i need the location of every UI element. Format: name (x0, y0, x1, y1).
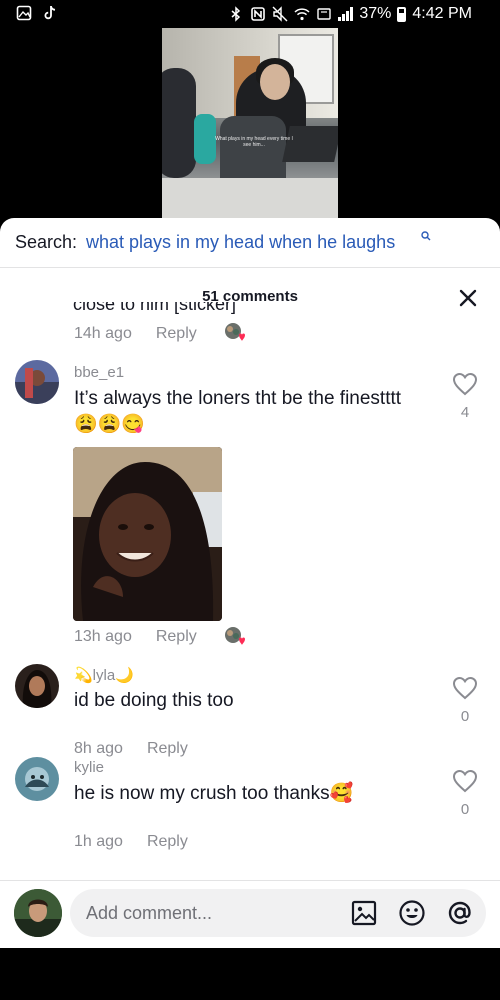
bluetooth-icon (231, 6, 241, 22)
my-avatar-image (14, 889, 62, 937)
search-suggestion-bar[interactable]: Search: what plays in my head when he la… (0, 218, 500, 268)
search-query-link[interactable]: what plays in my head when he laughs (86, 232, 395, 253)
reply-button[interactable]: Reply (156, 325, 197, 343)
avatar-image (15, 757, 59, 801)
add-comment-input[interactable]: Add comment... (70, 889, 486, 937)
creator-liked-icon (225, 627, 245, 645)
reply-button[interactable]: Reply (147, 833, 188, 851)
partial-comment-text: close to him [sticker] (73, 302, 237, 314)
reply-button[interactable]: Reply (147, 740, 188, 758)
comment-text: id be doing this too (74, 690, 234, 711)
mention-icon[interactable] (446, 899, 474, 927)
nfc-icon (251, 7, 266, 21)
comment-input-bar: Add comment... (0, 880, 500, 948)
comment-time: 1h ago (74, 833, 123, 850)
gallery-notification-icon (16, 5, 32, 21)
mute-icon (272, 6, 288, 22)
reply-button[interactable]: Reply (156, 628, 197, 646)
creator-liked-icon (225, 323, 245, 341)
comment-text: he is now my crush too thanks🥰 (74, 783, 354, 804)
signal-icon (338, 7, 354, 21)
image-icon[interactable] (350, 899, 378, 927)
comment-photo (73, 447, 222, 621)
search-prefix-label: Search: (15, 232, 78, 252)
video-caption: What plays in my head every time I see h… (215, 136, 293, 148)
video-desk (162, 178, 338, 218)
emoji-icon[interactable] (398, 899, 426, 927)
comment-username[interactable]: 💫lyla🌙 (74, 666, 134, 684)
like-count: 0 (460, 708, 470, 725)
comment-time: 14h ago (74, 325, 132, 342)
close-icon[interactable] (458, 288, 478, 308)
comment-time: 13h ago (74, 628, 132, 645)
video-person-face (260, 64, 290, 100)
status-bar: 37% 4:42 PM (0, 0, 500, 30)
system-navigation-bar (0, 948, 500, 1000)
comment-meta: 1h ago Reply (74, 833, 188, 851)
partial-comment-meta: 14h ago Reply (74, 325, 197, 343)
comment-text: It’s always the loners tht be the finest… (74, 388, 402, 435)
avatar[interactable] (15, 360, 59, 404)
comment-username[interactable]: bbe_e1 (74, 364, 124, 381)
clock: 4:42 PM (412, 5, 472, 22)
like-count: 4 (460, 404, 470, 421)
comment-meta: 13h ago Reply (74, 628, 197, 646)
battery-icon (397, 6, 407, 22)
video-player[interactable]: What plays in my head every time I see h… (162, 28, 338, 218)
heart-icon[interactable] (452, 372, 478, 396)
battery-percent: 37% (359, 5, 392, 22)
video-bottle (194, 114, 216, 164)
avatar-image (15, 664, 59, 708)
like-count: 0 (460, 801, 470, 818)
comment-meta: 8h ago Reply (74, 740, 188, 758)
video-person-left (162, 68, 196, 178)
avatar[interactable] (15, 757, 59, 801)
heart-icon[interactable] (452, 769, 478, 793)
data-saver-icon (317, 8, 332, 20)
comment-time: 8h ago (74, 740, 123, 757)
avatar[interactable] (15, 664, 59, 708)
add-comment-placeholder: Add comment... (86, 903, 213, 923)
tiktok-notification-icon (44, 6, 56, 20)
my-avatar[interactable] (14, 889, 62, 937)
heart-icon[interactable] (452, 676, 478, 700)
wifi-icon (294, 8, 310, 21)
comment-username[interactable]: kylie (74, 759, 104, 776)
avatar-image (15, 360, 59, 404)
comment-attached-image[interactable] (73, 447, 222, 621)
search-icon (421, 231, 431, 241)
